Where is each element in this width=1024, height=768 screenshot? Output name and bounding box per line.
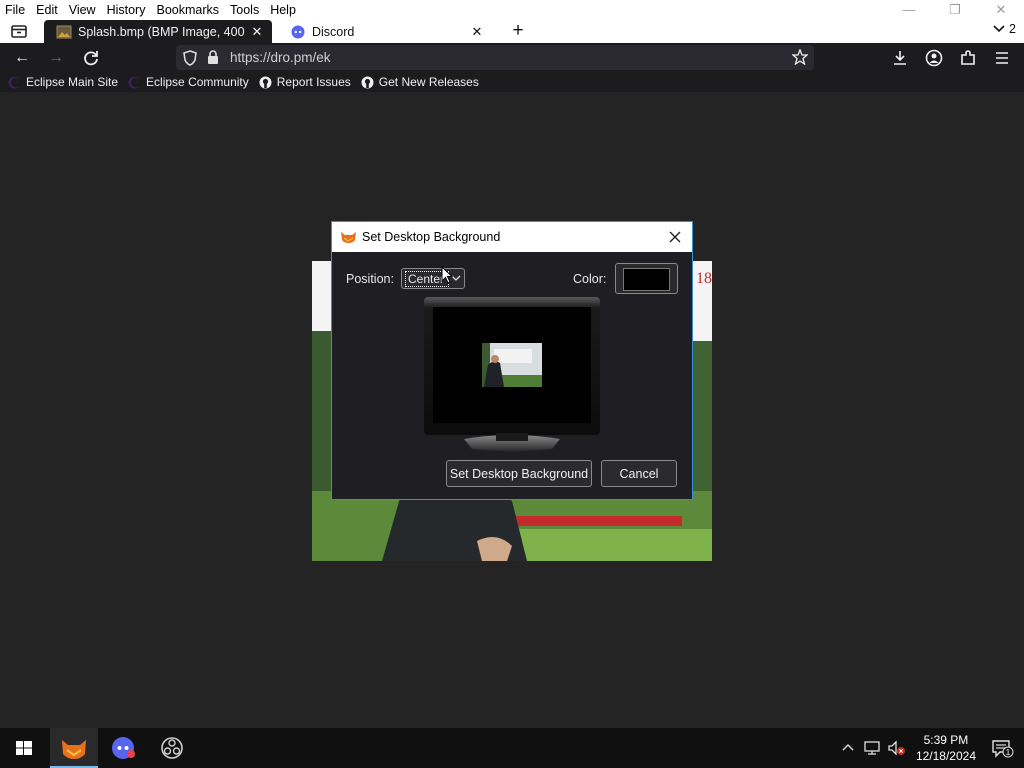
lock-icon[interactable] bbox=[207, 50, 219, 65]
bookmark-label: Eclipse Community bbox=[146, 75, 249, 89]
menu-history[interactable]: History bbox=[102, 3, 152, 17]
bookmark-report-issues[interactable]: Report Issues bbox=[259, 75, 351, 89]
image-fragment-text: 18 bbox=[696, 270, 712, 287]
eclipse-icon bbox=[128, 76, 142, 88]
taskbar-obs[interactable] bbox=[148, 728, 196, 768]
network-icon[interactable] bbox=[861, 740, 883, 756]
tab-close-icon[interactable]: ✕ bbox=[248, 24, 266, 40]
position-select[interactable]: Center bbox=[401, 268, 465, 289]
bookmarks-toolbar: Eclipse Main Site Eclipse Community Repo… bbox=[0, 72, 1024, 92]
taskbar-discord[interactable] bbox=[100, 728, 148, 768]
chevron-up-icon[interactable] bbox=[837, 740, 859, 756]
minimize-icon[interactable]: — bbox=[886, 0, 932, 20]
notification-count: 1 bbox=[1006, 748, 1011, 757]
firefox-fox-icon bbox=[341, 232, 356, 243]
set-desktop-background-button[interactable]: Set Desktop Background bbox=[446, 460, 592, 487]
clock-time: 5:39 PM bbox=[923, 733, 969, 747]
menu-bookmarks[interactable]: Bookmarks bbox=[151, 3, 225, 17]
taskbar: 5:39 PM 12/18/2024 1 bbox=[0, 728, 1024, 768]
obs-icon bbox=[161, 737, 183, 759]
url-text: https://dro.pm/ek bbox=[230, 50, 331, 65]
github-icon bbox=[361, 76, 374, 88]
extensions-icon[interactable] bbox=[958, 48, 978, 68]
firefox-fox-icon bbox=[62, 740, 86, 759]
set-desktop-background-dialog: Set Desktop Background Position: Center … bbox=[331, 221, 693, 500]
close-icon[interactable] bbox=[666, 228, 684, 246]
tab-title: Splash.bmp (BMP Image, 400 × bbox=[78, 24, 248, 39]
cancel-button[interactable]: Cancel bbox=[601, 460, 677, 487]
monitor-preview bbox=[424, 297, 600, 451]
tab-splash-bmp[interactable]: Splash.bmp (BMP Image, 400 × ✕ bbox=[44, 20, 272, 43]
color-picker-button[interactable] bbox=[615, 263, 678, 294]
bookmark-label: Get New Releases bbox=[378, 75, 479, 89]
tab-discord[interactable]: Discord ✕ bbox=[278, 20, 492, 43]
new-tab-button[interactable]: + bbox=[508, 21, 528, 41]
tab-title: Discord bbox=[312, 24, 355, 39]
bookmark-eclipse-community[interactable]: Eclipse Community bbox=[128, 75, 249, 89]
notification-center-button[interactable]: 1 bbox=[990, 738, 1014, 758]
discord-icon bbox=[112, 737, 135, 759]
menu-view[interactable]: View bbox=[64, 3, 102, 17]
download-icon[interactable] bbox=[890, 48, 910, 68]
dialog-titlebar: Set Desktop Background bbox=[332, 222, 692, 252]
notification-icon: 1 bbox=[992, 740, 1014, 758]
chevron-down-icon bbox=[993, 25, 1005, 33]
eclipse-icon bbox=[8, 76, 21, 88]
clock-date: 12/18/2024 bbox=[915, 749, 976, 763]
github-icon bbox=[259, 76, 272, 88]
menu-hamburger-icon[interactable] bbox=[992, 48, 1012, 68]
tab-strip: Splash.bmp (BMP Image, 400 × ✕ Discord ✕… bbox=[0, 20, 1024, 43]
bookmark-label: Eclipse Main Site bbox=[26, 75, 119, 89]
volume-muted-icon[interactable] bbox=[885, 740, 907, 756]
menu-edit[interactable]: Edit bbox=[31, 3, 64, 17]
account-icon[interactable] bbox=[924, 48, 944, 68]
bookmark-eclipse-main[interactable]: Eclipse Main Site bbox=[8, 75, 118, 89]
taskbar-firefox[interactable] bbox=[50, 728, 98, 768]
tab-close-icon[interactable]: ✕ bbox=[468, 24, 486, 40]
reload-icon[interactable] bbox=[80, 47, 102, 69]
system-tray: 5:39 PM 12/18/2024 1 bbox=[836, 728, 1024, 768]
url-bar[interactable]: https://dro.pm/ek bbox=[176, 45, 814, 70]
color-label: Color: bbox=[573, 272, 607, 286]
list-all-tabs-button[interactable]: 2 bbox=[993, 22, 1016, 36]
close-window-icon[interactable]: ✕ bbox=[978, 0, 1024, 20]
clock[interactable]: 5:39 PM 12/18/2024 bbox=[916, 732, 976, 764]
window-controls: — ❐ ✕ bbox=[886, 0, 1024, 20]
discord-icon bbox=[291, 25, 305, 38]
menu-file[interactable]: File bbox=[0, 3, 31, 17]
navigation-bar: ← → https://dro.pm/ek bbox=[0, 43, 1024, 72]
menu-help[interactable]: Help bbox=[265, 3, 302, 17]
bookmark-star-icon[interactable] bbox=[792, 49, 808, 65]
restore-icon[interactable]: ❐ bbox=[932, 0, 978, 20]
windows-start-icon[interactable] bbox=[0, 728, 48, 768]
menu-bar: File Edit View History Bookmarks Tools H… bbox=[0, 0, 1024, 20]
forward-button[interactable]: → bbox=[45, 47, 67, 69]
bookmark-get-new-releases[interactable]: Get New Releases bbox=[361, 75, 479, 89]
color-swatch bbox=[623, 268, 670, 291]
position-label: Position: bbox=[346, 272, 394, 286]
mouse-cursor-icon bbox=[441, 266, 453, 284]
tab-count: 2 bbox=[1009, 22, 1016, 36]
bookmark-label: Report Issues bbox=[276, 75, 351, 89]
back-button[interactable]: ← bbox=[11, 47, 33, 69]
dialog-title: Set Desktop Background bbox=[362, 230, 501, 244]
firefox-view-icon[interactable] bbox=[10, 23, 28, 39]
image-file-icon bbox=[56, 25, 72, 38]
shield-icon[interactable] bbox=[183, 49, 197, 66]
menu-tools[interactable]: Tools bbox=[225, 3, 265, 17]
